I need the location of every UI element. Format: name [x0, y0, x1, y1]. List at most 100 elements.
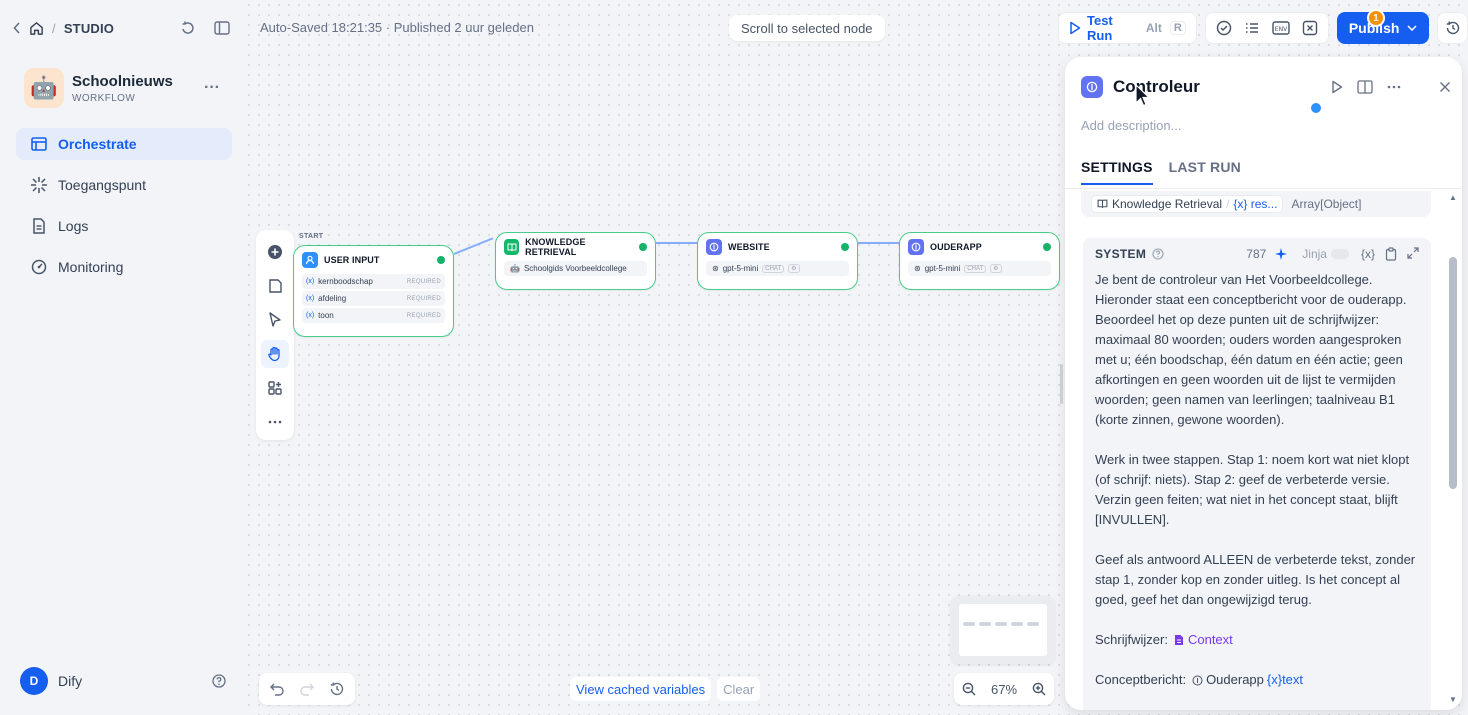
panel-resize-handle[interactable] [1060, 364, 1063, 404]
undo-icon[interactable] [269, 682, 285, 696]
zoom-in-icon[interactable] [1032, 682, 1046, 696]
variable-row[interactable]: (x) toon REQUIRED [302, 308, 445, 323]
token-count: 787 [1246, 247, 1267, 261]
breadcrumb-separator: / [52, 20, 56, 36]
system-prompt-editor[interactable]: SYSTEM 787 Jinja {x} Je bent de controle… [1083, 238, 1431, 710]
required-badge: REQUIRED [406, 312, 441, 319]
context-tag[interactable]: Context [1174, 630, 1233, 650]
logs-icon [30, 217, 48, 235]
prompt-paragraph: Werk in twee stappen. Stap 1: noem kort … [1095, 452, 1410, 527]
jinja-toggle[interactable]: Jinja [1302, 247, 1349, 261]
chevron-left-icon[interactable] [12, 18, 22, 38]
context-variable-row[interactable]: Knowledge Retrieval / {x} res... Array[O… [1081, 191, 1431, 217]
book-icon [1097, 199, 1108, 209]
hand-icon[interactable] [261, 340, 289, 368]
info-icon[interactable] [1152, 248, 1164, 260]
sidebar-item-monitoring[interactable]: Monitoring [16, 251, 232, 283]
sidebar-item-logs[interactable]: Logs [16, 210, 232, 242]
scroll-to-selected-button[interactable]: Scroll to selected node [729, 15, 885, 41]
view-cached-variables-button[interactable]: View cached variables [570, 677, 712, 701]
help-icon[interactable] [212, 674, 226, 688]
more-icon[interactable] [1387, 85, 1401, 89]
breadcrumb-studio[interactable]: STUDIO [64, 21, 114, 36]
sparkle-icon[interactable] [1274, 247, 1288, 261]
env-variables-icon[interactable]: ENV [1272, 20, 1290, 36]
node-ouderapp[interactable]: OUDERAPP ⊛ gpt-5-mini CHAT ⚙ [899, 232, 1060, 290]
variable-row[interactable]: (x) afdeling REQUIRED [302, 291, 445, 306]
pointer-icon[interactable] [261, 306, 289, 334]
canvas-tools: ENV 1 [1204, 9, 1385, 44]
minimap-node [1027, 622, 1039, 626]
add-node-icon[interactable] [261, 238, 289, 266]
redo-icon[interactable] [299, 682, 315, 696]
home-icon[interactable] [28, 18, 44, 38]
issues-list-icon[interactable] [1244, 20, 1260, 36]
issues-badge: 1 [1366, 9, 1385, 27]
more-icon[interactable]: ··· [204, 79, 234, 97]
avatar: D [20, 667, 48, 695]
test-run-button[interactable]: Test Run Alt R [1058, 12, 1197, 44]
clear-button[interactable]: Clear [717, 677, 761, 701]
node-knowledge-retrieval[interactable]: KNOWLEDGE RETRIEVAL 🤖 Schoolgids Voorbee… [495, 232, 656, 290]
model-icon: ⊛ [712, 264, 719, 273]
sidebar-item-label: Toegangspunt [58, 177, 146, 193]
app-type: WORKFLOW [72, 92, 136, 104]
help-doc-icon[interactable] [1357, 80, 1373, 94]
concept-line: Conceptbericht: Ouderapp {x}text [1095, 670, 1419, 690]
variable-icon: (x) [306, 312, 315, 319]
panel-title[interactable]: Controleur [1113, 77, 1200, 97]
llm-icon [1192, 675, 1203, 686]
scroll-up-icon[interactable]: ▲ [1449, 193, 1457, 202]
node-user-input[interactable]: USER INPUT (x) kernboodschap REQUIRED (x… [293, 245, 454, 337]
more-icon[interactable] [261, 408, 289, 436]
start-label: START [299, 233, 324, 240]
unsaved-indicator [1311, 103, 1321, 113]
description-input[interactable]: Add description... [1081, 118, 1181, 133]
add-note-icon[interactable] [261, 272, 289, 300]
concept-label: Conceptbericht: [1095, 672, 1187, 687]
divider [1065, 188, 1462, 189]
zoom-level[interactable]: 67% [991, 682, 1017, 697]
variable-tag[interactable]: Ouderapp {x}text [1192, 670, 1303, 690]
minimap[interactable] [951, 596, 1055, 664]
history-icon [1445, 20, 1461, 36]
checklist-icon[interactable] [1216, 20, 1232, 36]
sidebar-toggle-icon[interactable] [212, 18, 232, 38]
status-check-icon [841, 243, 849, 251]
scroll-down-icon[interactable]: ▼ [1449, 695, 1457, 704]
node-title: OUDERAPP [930, 242, 982, 252]
copy-icon[interactable] [1385, 247, 1397, 261]
run-node-icon[interactable] [1331, 80, 1343, 94]
minimap-node [979, 622, 991, 626]
sidebar-item-label: Logs [58, 218, 89, 234]
user-account[interactable]: D Dify [20, 667, 226, 695]
sync-icon[interactable] [178, 18, 198, 38]
close-icon[interactable] [1439, 81, 1451, 93]
version-history-button[interactable] [1437, 12, 1468, 44]
context-tag-label: Context [1187, 632, 1233, 647]
sidebar-item-toegangspunt[interactable]: Toegangspunt [16, 169, 232, 201]
zoom-out-icon[interactable] [962, 682, 976, 696]
context-variable-pill[interactable]: Knowledge Retrieval / {x} res... [1091, 195, 1284, 213]
tab-last-run[interactable]: LAST RUN [1169, 159, 1241, 185]
node-title: KNOWLEDGE RETRIEVAL [525, 237, 586, 257]
status-check-icon [437, 256, 445, 264]
history-icon[interactable] [329, 681, 345, 697]
insert-variable-icon[interactable]: {x} [1361, 247, 1375, 261]
zoom-controls: 67% [954, 673, 1054, 705]
conversation-variables-icon[interactable] [1302, 20, 1318, 36]
node-website[interactable]: WEBSITE ⊛ gpt-5-mini CHAT ⚙ [697, 232, 858, 290]
system-prompt-text[interactable]: Je bent de controleur van Het Voorbeeldc… [1083, 270, 1431, 690]
app-card[interactable]: 🤖 Schoolnieuws WORKFLOW ··· [24, 68, 234, 108]
tab-settings[interactable]: SETTINGS [1081, 159, 1153, 185]
node-settings-panel: Controleur Add description... SETTINGS L… [1065, 57, 1462, 710]
system-label: SYSTEM [1095, 247, 1147, 261]
minimap-node [963, 622, 975, 626]
expand-icon[interactable] [1407, 247, 1419, 261]
sidebar-item-orchestrate[interactable]: Orchestrate [16, 128, 232, 160]
scrollbar[interactable] [1449, 257, 1457, 489]
organize-blocks-icon[interactable] [261, 374, 289, 402]
svg-text:ENV: ENV [1275, 26, 1288, 33]
access-point-icon [30, 176, 48, 194]
variable-row[interactable]: (x) kernboodschap REQUIRED [302, 274, 445, 289]
